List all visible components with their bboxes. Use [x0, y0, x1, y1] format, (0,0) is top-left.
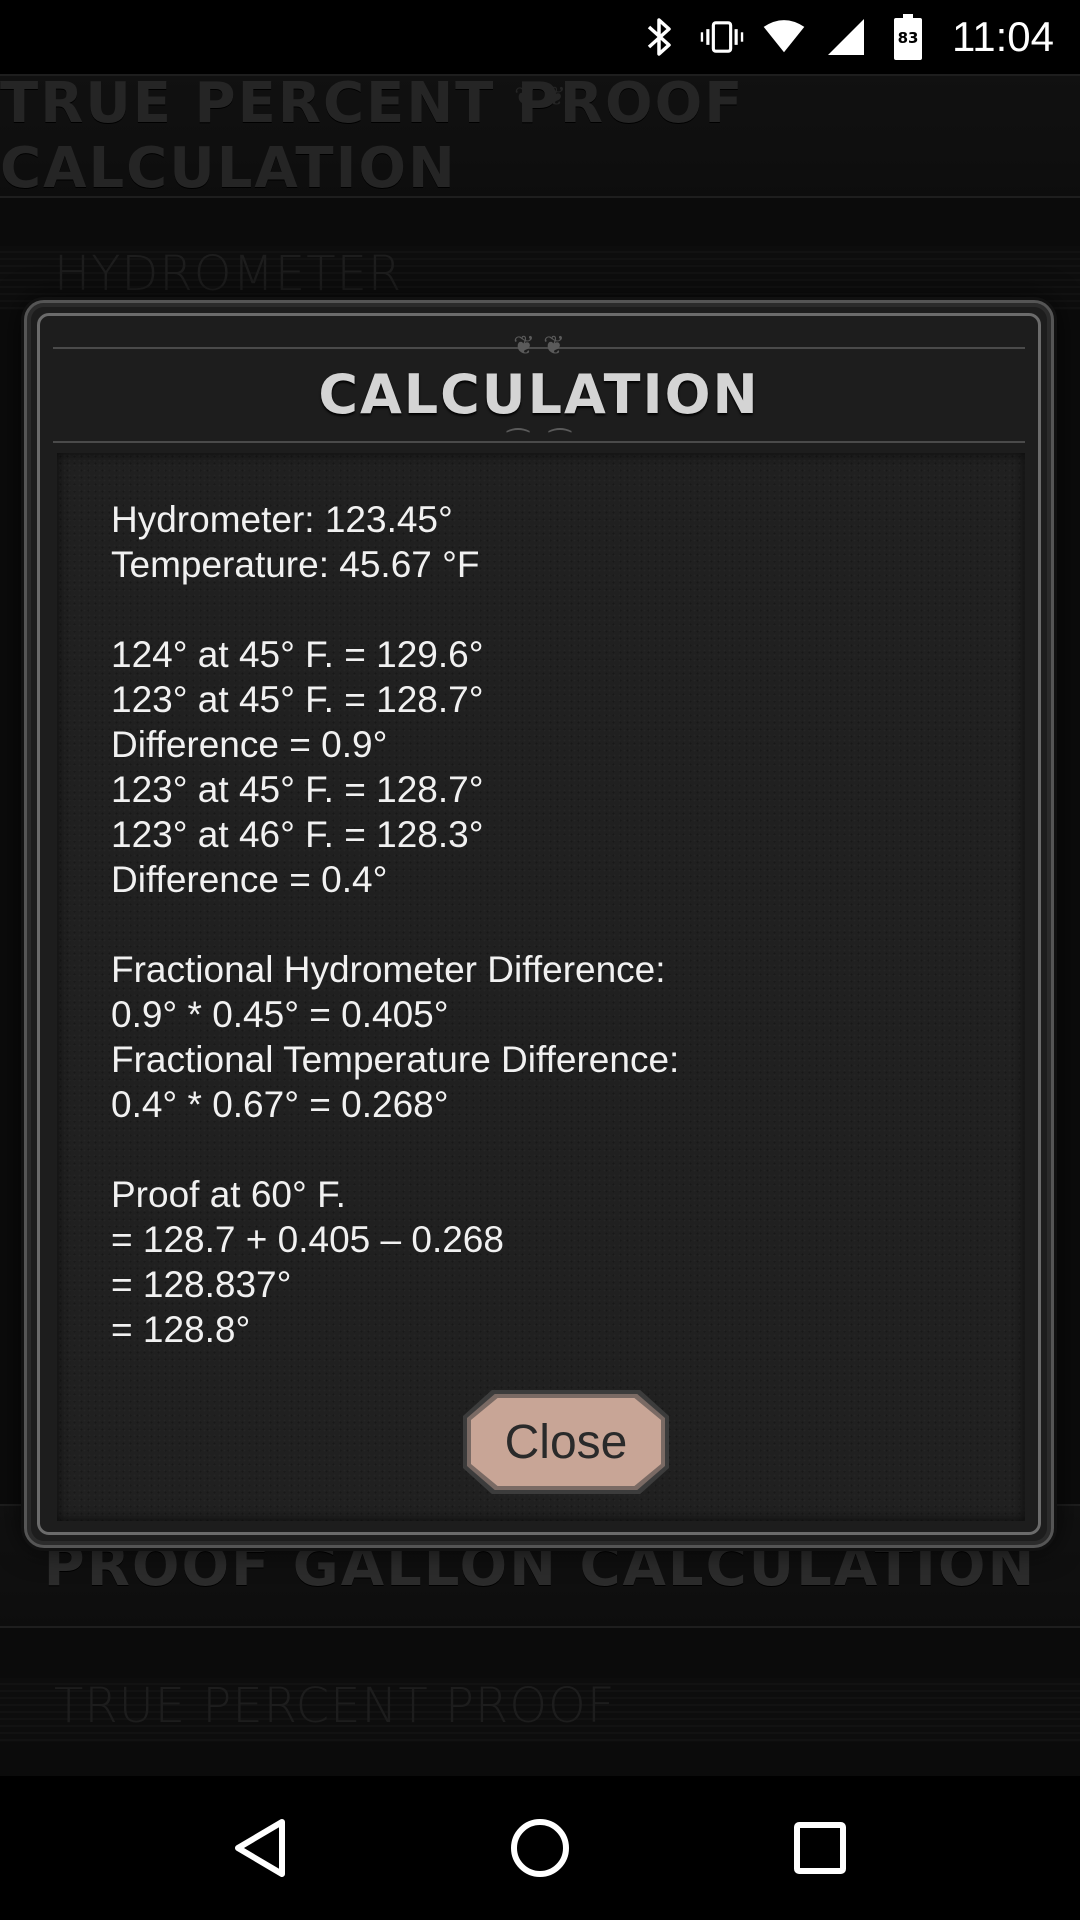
close-button[interactable]: Close — [471, 1398, 661, 1486]
calculation-line: 123° at 45° F. = 128.7° — [111, 769, 484, 810]
calculation-line: Fractional Hydrometer Difference: — [111, 949, 666, 990]
recents-button[interactable] — [780, 1808, 860, 1888]
calculation-line: 123° at 45° F. = 128.7° — [111, 679, 484, 720]
calculation-line: Fractional Temperature Difference: — [111, 1039, 680, 1080]
vibrate-icon — [700, 15, 744, 59]
ornament-icon: ❦ ❦ — [513, 331, 565, 361]
calculation-line: 124° at 45° F. = 129.6° — [111, 634, 484, 675]
calculation-line: 123° at 46° F. = 128.3° — [111, 814, 484, 855]
status-clock: 11:04 — [952, 13, 1054, 60]
calculation-line: = 128.7 + 0.405 – 0.268 — [111, 1219, 504, 1260]
calculation-line: 0.4° * 0.67° = 0.268° — [111, 1084, 449, 1125]
dialog-title: CALCULATION — [318, 362, 760, 426]
calculation-dialog: ❦ ❦ CALCULATION ⁀‿⁀ Hydrometer: 123.45° T… — [24, 300, 1054, 1548]
back-icon — [235, 1819, 285, 1877]
bluetooth-icon — [638, 15, 682, 59]
battery-icon: 83 — [886, 14, 930, 60]
calculation-line: = 128.8° — [111, 1309, 251, 1350]
calculation-line: Temperature: 45.67 °F — [111, 544, 480, 585]
calculation-line: Hydrometer: 123.45° — [111, 499, 453, 540]
calculation-line: Difference = 0.4° — [111, 859, 388, 900]
wifi-icon — [762, 15, 806, 59]
line-spacer — [111, 1127, 679, 1172]
home-icon — [511, 1819, 569, 1877]
home-button[interactable] — [500, 1808, 580, 1888]
calculation-line: = 128.837° — [111, 1264, 292, 1305]
calculation-line: 0.9° * 0.45° = 0.405° — [111, 994, 449, 1035]
signal-icon — [824, 15, 868, 59]
recents-icon — [794, 1822, 846, 1874]
line-spacer — [111, 587, 679, 632]
calculation-text: Hydrometer: 123.45° Temperature: 45.67 °F… — [111, 497, 679, 1352]
battery-level: 83 — [897, 29, 919, 47]
status-bar: 83 11:04 — [0, 0, 1080, 74]
back-button[interactable] — [220, 1808, 300, 1888]
calculation-line: Difference = 0.9° — [111, 724, 388, 765]
dialog-body: Hydrometer: 123.45° Temperature: 45.67 °F… — [57, 453, 1025, 1521]
navigation-bar — [0, 1776, 1080, 1920]
calculation-line: Proof at 60° F. — [111, 1174, 346, 1215]
dialog-title-bar: ❦ ❦ CALCULATION ⁀‿⁀ — [53, 333, 1025, 457]
line-spacer — [111, 902, 679, 947]
